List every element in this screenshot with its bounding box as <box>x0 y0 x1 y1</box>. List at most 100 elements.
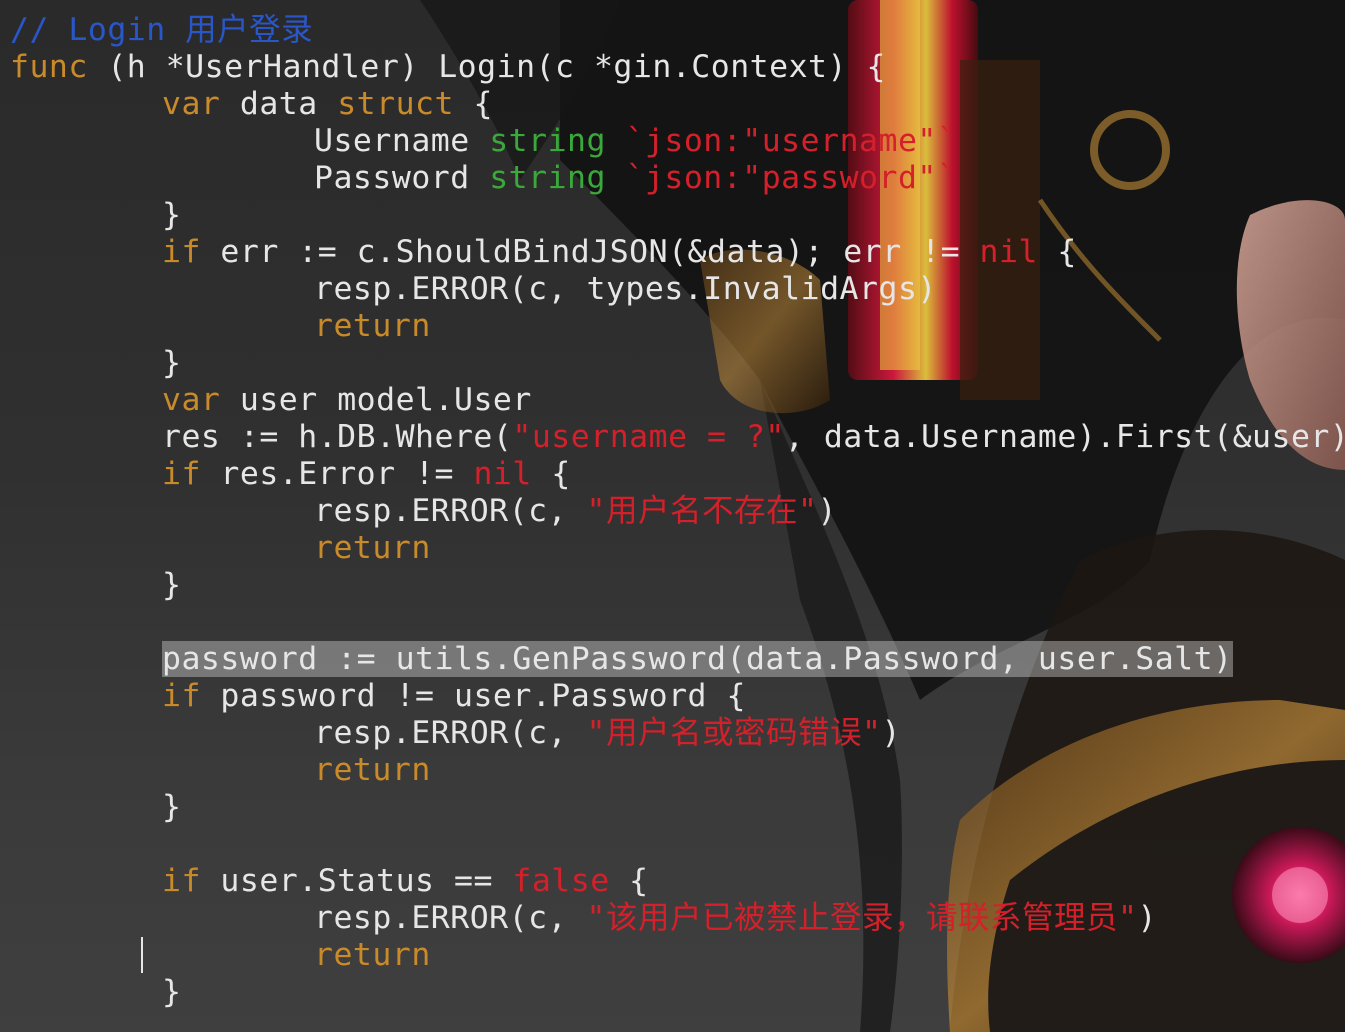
line-content[interactable]: Username string `json:"username"` <box>314 123 956 159</box>
line-content[interactable]: if user.Status == false { <box>162 863 649 899</box>
code-text: password != user.Password { <box>200 678 746 714</box>
code-text: { <box>1037 234 1077 270</box>
type-token: string <box>489 123 606 159</box>
keyword-token: struct <box>337 86 454 122</box>
keyword-token: if <box>162 234 201 270</box>
code-text: resp.ERROR(c, <box>314 900 587 936</box>
keyword-token: return <box>314 937 431 973</box>
code-text: resp.ERROR(c, types.InvalidArgs) <box>314 271 937 307</box>
literal-token: nil <box>979 234 1038 270</box>
code-line[interactable]: password := utils.GenPassword(data.Passw… <box>10 641 1345 678</box>
string-literal: "用户名或密码错误" <box>586 715 882 751</box>
line-content[interactable]: resp.ERROR(c, "该用户已被禁止登录，请联系管理员") <box>314 900 1157 936</box>
code-line[interactable]: Password string `json:"password"` <box>10 160 1345 197</box>
code-text: Password <box>314 160 490 196</box>
code-text: password := utils.GenPassword(data.Passw… <box>162 641 1233 677</box>
keyword-token: return <box>314 530 431 566</box>
code-text: err := c.ShouldBindJSON(&data); err != <box>200 234 980 270</box>
line-content[interactable]: resp.ERROR(c, "用户名不存在") <box>314 493 837 529</box>
code-line[interactable]: resp.ERROR(c, types.InvalidArgs) <box>10 271 1345 308</box>
code-line[interactable]: var user model.User <box>10 382 1345 419</box>
line-content[interactable]: } <box>162 974 181 1010</box>
keyword-token: if <box>162 678 201 714</box>
selected-text[interactable]: password := utils.GenPassword(data.Passw… <box>162 641 1233 677</box>
line-content[interactable]: var user model.User <box>162 382 532 418</box>
string-literal: "用户名不存在" <box>586 493 818 529</box>
keyword-token: var <box>162 382 221 418</box>
line-content[interactable]: return <box>314 752 431 788</box>
code-text: res.Error != <box>200 456 474 492</box>
code-text: data <box>220 86 338 122</box>
code-text: resp.ERROR(c, <box>314 715 587 751</box>
type-token: string <box>489 160 606 196</box>
code-line[interactable]: return <box>10 530 1345 567</box>
code-line[interactable]: res := h.DB.Where("username = ?", data.U… <box>10 419 1345 456</box>
code-line[interactable]: } <box>10 197 1345 234</box>
line-content[interactable]: res := h.DB.Where("username = ?", data.U… <box>162 419 1345 455</box>
line-content[interactable]: } <box>162 345 181 381</box>
code-line[interactable]: if user.Status == false { <box>10 863 1345 900</box>
line-content[interactable]: resp.ERROR(c, types.InvalidArgs) <box>314 271 937 307</box>
keyword-token: var <box>162 86 221 122</box>
code-line[interactable]: var data struct { <box>10 86 1345 123</box>
line-content[interactable]: if res.Error != nil { <box>162 456 571 492</box>
code-text: (h *UserHandler) Login(c *gin.Context) { <box>87 49 886 85</box>
code-line[interactable]: resp.ERROR(c, "用户名或密码错误") <box>10 715 1345 752</box>
code-line[interactable]: // Login 用户登录 <box>10 12 1345 49</box>
code-line[interactable]: func (h *UserHandler) Login(c *gin.Conte… <box>10 49 1345 86</box>
line-content[interactable]: Password string `json:"password"` <box>314 160 956 196</box>
line-content[interactable]: } <box>162 567 181 603</box>
code-text: { <box>454 86 493 122</box>
code-line[interactable] <box>10 604 1345 641</box>
code-text: ) <box>881 715 901 751</box>
code-line[interactable]: } <box>10 567 1345 604</box>
code-line[interactable]: if err := c.ShouldBindJSON(&data); err !… <box>10 234 1345 271</box>
code-line[interactable]: return <box>10 752 1345 789</box>
line-content[interactable]: if password != user.Password { <box>162 678 746 714</box>
code-line[interactable]: return <box>10 308 1345 345</box>
line-content[interactable]: if err := c.ShouldBindJSON(&data); err !… <box>162 234 1077 270</box>
code-text: } <box>162 789 182 825</box>
code-line[interactable]: } <box>10 974 1345 1011</box>
code-text: } <box>162 345 182 381</box>
line-content[interactable]: resp.ERROR(c, "用户名或密码错误") <box>314 715 901 751</box>
code-line[interactable]: if password != user.Password { <box>10 678 1345 715</box>
literal-token: nil <box>473 456 532 492</box>
code-line[interactable]: resp.ERROR(c, "该用户已被禁止登录，请联系管理员") <box>10 900 1345 937</box>
keyword-token: if <box>162 863 201 899</box>
string-literal: "username = ?" <box>512 419 785 455</box>
code-text: { <box>609 863 649 899</box>
line-content[interactable]: return <box>314 308 431 344</box>
code-editor[interactable]: // Login 用户登录 func (h *UserHandler) Login… <box>0 0 1345 1032</box>
code-text: } <box>162 567 182 603</box>
line-content[interactable]: } <box>162 197 181 233</box>
keyword-token: func <box>10 49 88 85</box>
comment-token: // Login 用户登录 <box>10 12 314 48</box>
code-line[interactable]: resp.ERROR(c, "用户名不存在") <box>10 493 1345 530</box>
string-literal: `json:"username"` <box>625 123 957 159</box>
line-content[interactable]: } <box>162 789 181 825</box>
line-content[interactable]: func (h *UserHandler) Login(c *gin.Conte… <box>10 49 886 85</box>
code-text: Username <box>314 123 490 159</box>
code-text: { <box>531 456 571 492</box>
code-line[interactable]: } <box>10 789 1345 826</box>
code-line[interactable] <box>10 826 1345 863</box>
string-literal: `json:"password"` <box>625 160 957 196</box>
line-content[interactable]: var data struct { <box>162 86 493 122</box>
code-line[interactable]: Username string `json:"username"` <box>10 123 1345 160</box>
code-line[interactable]: } <box>10 345 1345 382</box>
keyword-token: return <box>314 752 431 788</box>
code-line[interactable]: if res.Error != nil { <box>10 456 1345 493</box>
code-text: } <box>162 974 182 1010</box>
literal-token: false <box>512 863 610 899</box>
code-line[interactable]: return <box>10 937 1345 974</box>
line-content[interactable]: return <box>314 530 431 566</box>
line-content[interactable]: // Login 用户登录 <box>10 12 313 48</box>
line-content[interactable]: return <box>314 937 431 973</box>
code-text: ) <box>817 493 837 529</box>
code-text: } <box>162 197 182 233</box>
string-literal: "该用户已被禁止登录，请联系管理员" <box>586 900 1138 936</box>
code-listing[interactable]: // Login 用户登录 func (h *UserHandler) Login… <box>10 12 1345 1011</box>
code-text: resp.ERROR(c, <box>314 493 587 529</box>
